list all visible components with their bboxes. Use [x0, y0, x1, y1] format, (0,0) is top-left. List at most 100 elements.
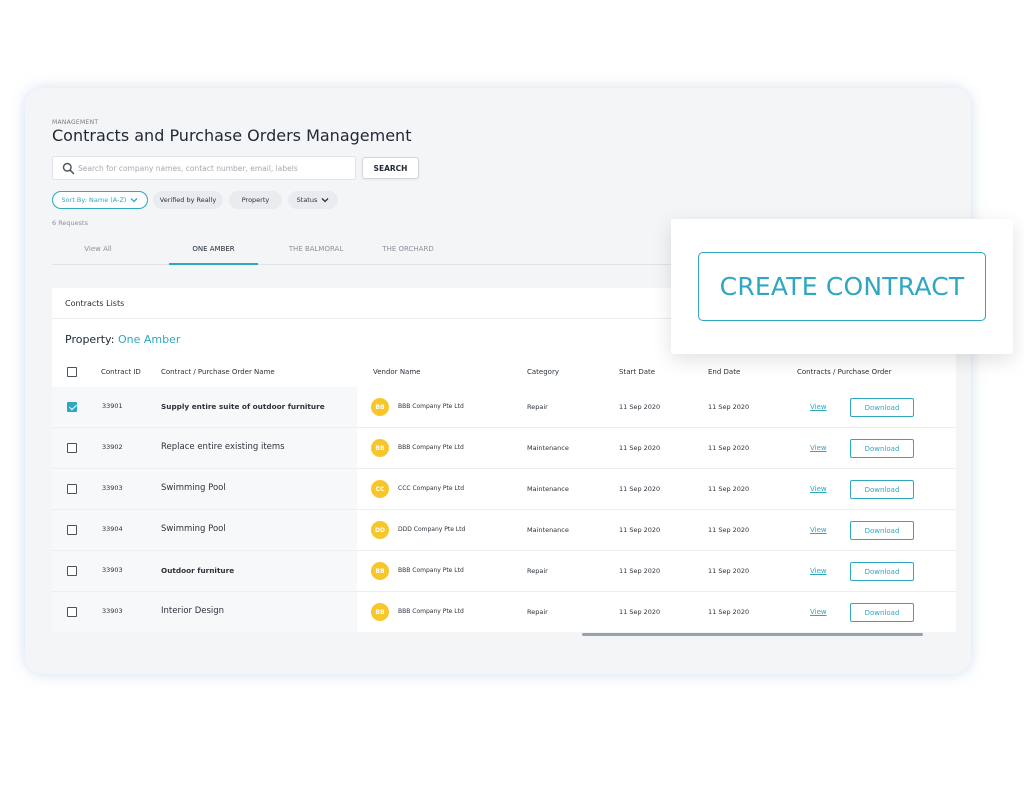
download-button[interactable]: Download [850, 603, 914, 622]
download-button[interactable]: Download [850, 562, 914, 581]
tab-the-balmoral[interactable]: THE BALMORAL [278, 245, 354, 253]
contract-name: Swimming Pool [161, 483, 226, 493]
contract-name: Interior Design [161, 606, 225, 616]
verified-filter-label: Verified by Really [159, 196, 217, 204]
download-button[interactable]: Download [850, 398, 914, 417]
table-row[interactable]: 33903 Outdoor furniture BB BBB Company Pte … [52, 551, 956, 592]
vendor-avatar: BB [371, 398, 389, 416]
view-link[interactable]: View [810, 567, 827, 575]
search-box[interactable] [52, 156, 356, 180]
contract-name: Replace entire existing items [161, 442, 285, 452]
download-button[interactable]: Download [850, 480, 914, 499]
vendor-avatar: DD [371, 521, 389, 539]
vendor-name: BBB Company Pte Ltd [398, 403, 464, 410]
tab-one-amber[interactable]: ONE AMBER [169, 245, 258, 253]
table-row[interactable]: 33901 Supply entire suite of outdoor furn… [52, 387, 956, 428]
card-title: Contracts Lists [65, 299, 125, 308]
property-filter-label: Property [241, 196, 270, 204]
status-filter-label: Status [296, 196, 318, 204]
col-start-date[interactable]: Start Date [619, 368, 655, 376]
category: Maintenance [527, 444, 569, 452]
tab-the-orchard[interactable]: THE ORCHARD [374, 245, 442, 253]
end-date: 11 Sep 2020 [708, 485, 750, 493]
category: Maintenance [527, 526, 569, 534]
table-row[interactable]: 33903 Swimming Pool CC CCC Company Pte Ltd M… [52, 469, 956, 510]
contract-id: 33901 [102, 402, 123, 410]
row-checkbox[interactable] [67, 607, 77, 617]
start-date: 11 Sep 2020 [619, 444, 661, 452]
search-icon [62, 162, 75, 175]
vendor-name: BBB Company Pte Ltd [398, 567, 464, 574]
start-date: 11 Sep 2020 [619, 485, 661, 493]
vendor-avatar: BB [371, 562, 389, 580]
row-checkbox[interactable] [67, 443, 77, 453]
contract-name: Supply entire suite of outdoor furniture [161, 402, 325, 411]
col-vendor-name[interactable]: Vendor Name [373, 368, 420, 376]
end-date: 11 Sep 2020 [708, 403, 750, 411]
contract-id: 33903 [102, 484, 123, 492]
view-link[interactable]: View [810, 444, 827, 452]
contract-name: Outdoor furniture [161, 566, 235, 575]
tab-view-all[interactable]: View All [82, 245, 114, 253]
table-row[interactable]: 33904 Swimming Pool DD DDD Company Pte Ltd M… [52, 510, 956, 551]
contract-id: 33903 [102, 566, 123, 574]
vendor-avatar: CC [371, 480, 389, 498]
property-value: One Amber [117, 333, 181, 346]
property-prefix: Property: [65, 333, 115, 346]
contract-id: 33903 [102, 607, 123, 615]
view-link[interactable]: View [810, 608, 827, 616]
end-date: 11 Sep 2020 [708, 608, 750, 616]
col-end-date[interactable]: End Date [708, 368, 740, 376]
start-date: 11 Sep 2020 [619, 526, 661, 534]
view-link[interactable]: View [810, 485, 827, 493]
verified-filter-chip[interactable]: Verified by Really [153, 191, 223, 209]
status-filter-chip[interactable]: Status [288, 191, 338, 209]
category: Maintenance [527, 485, 569, 493]
table-row[interactable]: 33903 Interior Design BB BBB Company Pte Lt… [52, 592, 956, 632]
vendor-avatar: BB [371, 439, 389, 457]
create-contract-button[interactable]: CREATE CONTRACT [698, 252, 986, 321]
row-checkbox[interactable] [67, 402, 77, 412]
row-checkbox[interactable] [67, 566, 77, 576]
active-tab-indicator [169, 263, 258, 265]
chevron-down-icon [321, 198, 329, 203]
category: Repair [527, 403, 548, 411]
view-link[interactable]: View [810, 403, 827, 411]
create-contract-callout: CREATE CONTRACT [671, 219, 1013, 354]
property-filter-chip[interactable]: Property [229, 191, 282, 209]
col-category[interactable]: Category [527, 368, 559, 376]
sort-label: Sort By: Name (A-Z) [61, 196, 127, 204]
requests-count: 6 Requests [52, 219, 88, 227]
category: Repair [527, 608, 548, 616]
contract-name: Swimming Pool [161, 524, 226, 534]
contract-id: 33902 [102, 443, 123, 451]
select-all-checkbox[interactable] [67, 367, 77, 377]
property-heading: Property: One Amber [65, 333, 180, 346]
page-title: Contracts and Purchase Orders Management [52, 126, 412, 145]
col-documents[interactable]: Contracts / Purchase Order [797, 368, 891, 376]
sort-dropdown[interactable]: Sort By: Name (A-Z) [52, 191, 148, 209]
end-date: 11 Sep 2020 [708, 567, 750, 575]
vendor-name: BBB Company Pte Ltd [398, 444, 464, 451]
download-button[interactable]: Download [850, 439, 914, 458]
vendor-name: DDD Company Pte Ltd [398, 526, 466, 533]
start-date: 11 Sep 2020 [619, 403, 661, 411]
view-link[interactable]: View [810, 526, 827, 534]
app-window: MANAGEMENT Contracts and Purchase Orders… [25, 88, 971, 674]
col-contract-id[interactable]: Contract ID [101, 368, 141, 376]
row-checkbox[interactable] [67, 525, 77, 535]
row-checkbox[interactable] [67, 484, 77, 494]
col-contract-name[interactable]: Contract / Purchase Order Name [161, 368, 275, 376]
vendor-name: BBB Company Pte Ltd [398, 608, 464, 615]
category: Repair [527, 567, 548, 575]
table-row[interactable]: 33902 Replace entire existing items BB BBB … [52, 428, 956, 469]
end-date: 11 Sep 2020 [708, 526, 750, 534]
search-button[interactable]: SEARCH [362, 157, 419, 179]
search-input[interactable] [78, 157, 350, 179]
end-date: 11 Sep 2020 [708, 444, 750, 452]
vendor-name: CCC Company Pte Ltd [398, 485, 464, 492]
chevron-down-icon [130, 198, 138, 203]
start-date: 11 Sep 2020 [619, 608, 661, 616]
horizontal-scrollbar[interactable] [582, 633, 923, 636]
download-button[interactable]: Download [850, 521, 914, 540]
